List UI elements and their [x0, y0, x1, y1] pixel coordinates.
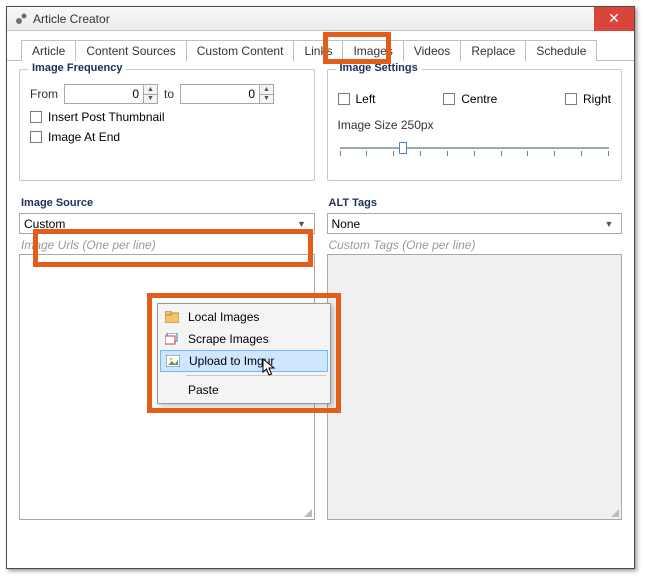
window-title: Article Creator	[33, 12, 110, 26]
align-right-checkbox[interactable]: Right	[565, 92, 611, 106]
group-image-settings: Image Settings Left Centre Right Image S…	[327, 69, 623, 181]
menu-paste[interactable]: Paste	[160, 379, 328, 401]
from-spinner[interactable]: ▲▼	[64, 84, 158, 104]
titlebar: Article Creator ✕	[7, 7, 634, 31]
resize-grip-icon	[300, 505, 312, 517]
images-icon	[164, 331, 180, 347]
custom-tags-label: Custom Tags (One per line)	[329, 238, 623, 252]
custom-tags-textarea[interactable]	[327, 254, 623, 520]
close-button[interactable]: ✕	[594, 7, 634, 31]
to-spinner[interactable]: ▲▼	[180, 84, 274, 104]
image-source-combo[interactable]: Custom ▼	[19, 213, 315, 234]
article-creator-window: Article Creator ✕ Article Content Source…	[6, 6, 635, 569]
insert-thumbnail-checkbox[interactable]: Insert Post Thumbnail	[30, 110, 304, 124]
group-image-frequency: Image Frequency From ▲▼ to ▲▼ Insert P	[19, 69, 315, 181]
combo-value: Custom	[24, 217, 65, 231]
alt-tags-combo[interactable]: None ▼	[327, 213, 623, 234]
tab-content-sources[interactable]: Content Sources	[75, 40, 186, 61]
from-label: From	[30, 87, 58, 101]
menu-separator	[186, 375, 326, 376]
chevron-down-icon[interactable]: ▼	[260, 95, 273, 104]
chevron-down-icon: ▼	[601, 219, 617, 229]
resize-grip-icon	[607, 505, 619, 517]
gears-icon	[13, 11, 29, 27]
combo-value: None	[332, 217, 361, 231]
chevron-down-icon: ▼	[294, 219, 310, 229]
group-alt-tags: ALT Tags None ▼ Custom Tags (One per lin…	[327, 191, 623, 520]
to-label: to	[164, 87, 174, 101]
tab-schedule[interactable]: Schedule	[525, 40, 597, 61]
image-size-label: Image Size 250px	[338, 118, 612, 132]
chevron-up-icon[interactable]: ▲	[144, 85, 157, 95]
menu-scrape-images[interactable]: Scrape Images	[160, 328, 328, 350]
group-title: ALT Tags	[329, 197, 623, 209]
tab-links[interactable]: Links	[293, 40, 343, 61]
image-size-slider[interactable]	[340, 138, 610, 158]
checkbox-icon	[30, 131, 42, 143]
checkbox-icon	[30, 111, 42, 123]
tab-videos[interactable]: Videos	[403, 40, 461, 61]
group-title: Image Source	[21, 197, 315, 209]
align-centre-checkbox[interactable]: Centre	[443, 92, 497, 106]
insert-thumbnail-label: Insert Post Thumbnail	[48, 110, 165, 124]
image-at-end-label: Image At End	[48, 130, 120, 144]
menu-upload-imgur[interactable]: Upload to Imgur	[160, 350, 328, 372]
tab-images[interactable]: Images	[342, 40, 403, 61]
group-title: Image Frequency	[28, 62, 126, 74]
tab-replace[interactable]: Replace	[460, 40, 526, 61]
tab-custom-content[interactable]: Custom Content	[186, 40, 295, 61]
slider-thumb[interactable]	[399, 142, 407, 154]
picture-icon	[165, 353, 181, 369]
chevron-down-icon[interactable]: ▼	[144, 95, 157, 104]
align-left-checkbox[interactable]: Left	[338, 92, 376, 106]
folder-icon	[164, 309, 180, 325]
to-input[interactable]	[181, 85, 259, 103]
image-at-end-checkbox[interactable]: Image At End	[30, 130, 304, 144]
group-title: Image Settings	[336, 62, 422, 74]
tabstrip: Article Content Sources Custom Content L…	[7, 37, 634, 61]
tab-article[interactable]: Article	[21, 40, 76, 61]
chevron-up-icon[interactable]: ▲	[260, 85, 273, 95]
image-urls-label: Image Urls (One per line)	[21, 238, 315, 252]
from-input[interactable]	[65, 85, 143, 103]
context-menu: Local Images Scrape Images Upload to Img…	[157, 303, 331, 404]
menu-local-images[interactable]: Local Images	[160, 306, 328, 328]
